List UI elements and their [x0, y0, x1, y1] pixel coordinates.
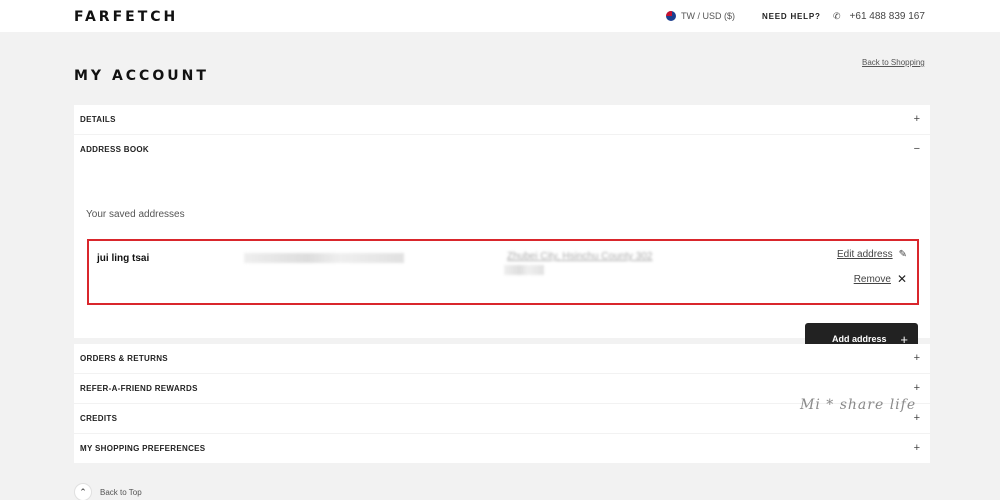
top-bar: FARFETCH TW / USD ($) NEED HELP? ✆ +61 4…	[0, 0, 1000, 32]
redacted-street	[244, 253, 404, 263]
watermark: Mi * share life	[800, 397, 917, 413]
minus-icon[interactable]: −	[914, 144, 920, 155]
plus-icon[interactable]: +	[914, 383, 920, 394]
section-details[interactable]: DETAILS +	[74, 105, 930, 134]
farfetch-logo[interactable]: FARFETCH	[74, 9, 178, 25]
back-to-top-label: Back to Top	[100, 487, 142, 497]
section-refer-label: REFER-A-FRIEND REWARDS	[80, 384, 198, 393]
section-details-label: DETAILS	[80, 115, 116, 124]
address-name: jui ling tsai	[97, 253, 150, 264]
section-orders-returns[interactable]: ORDERS & RETURNS +	[74, 344, 930, 373]
back-to-top-link[interactable]: ⌃ Back to Top	[74, 483, 142, 500]
section-address-book-label[interactable]: ADDRESS BOOK	[80, 145, 149, 154]
section-shopping-preferences[interactable]: MY SHOPPING PREFERENCES +	[74, 434, 930, 463]
plus-icon[interactable]: +	[914, 443, 920, 454]
saved-addresses-label: Your saved addresses	[86, 209, 185, 220]
section-credits-label: CREDITS	[80, 414, 118, 423]
need-help-link[interactable]: NEED HELP?	[762, 12, 821, 21]
phone-number[interactable]: ✆ +61 488 839 167	[833, 11, 925, 22]
section-address-book: ADDRESS BOOK − Your saved addresses jui …	[74, 135, 930, 355]
remove-label: Remove	[853, 273, 891, 285]
chevron-up-icon: ⌃	[74, 483, 92, 500]
page-title: MY ACCOUNT	[74, 68, 209, 84]
add-address-label: Add address	[832, 334, 887, 344]
taiwan-flag-icon	[666, 11, 676, 21]
edit-icon: ✎	[898, 249, 907, 260]
address-card: jui ling tsai Zhubei City, Hsinchu Count…	[87, 239, 919, 305]
plus-icon[interactable]: +	[914, 353, 920, 364]
plus-icon[interactable]: +	[914, 114, 920, 125]
redacted-extra	[504, 265, 544, 275]
locale-label: TW / USD ($)	[681, 11, 735, 21]
phone-icon: ✆	[833, 11, 841, 21]
locale-selector[interactable]: TW / USD ($)	[666, 11, 735, 21]
close-icon: ✕	[896, 272, 907, 286]
section-preferences-label: MY SHOPPING PREFERENCES	[80, 444, 206, 453]
edit-address-label: Edit address	[837, 249, 893, 260]
plus-icon[interactable]: +	[914, 413, 920, 424]
address-city: Zhubei City, Hsinchu County 302	[507, 251, 653, 262]
section-orders-label: ORDERS & RETURNS	[80, 354, 168, 363]
phone-label: +61 488 839 167	[849, 11, 925, 22]
back-to-shopping-link[interactable]: Back to Shopping	[862, 58, 925, 67]
remove-address-button[interactable]: Remove ✕	[854, 272, 907, 286]
edit-address-button[interactable]: Edit address ✎	[837, 249, 907, 260]
